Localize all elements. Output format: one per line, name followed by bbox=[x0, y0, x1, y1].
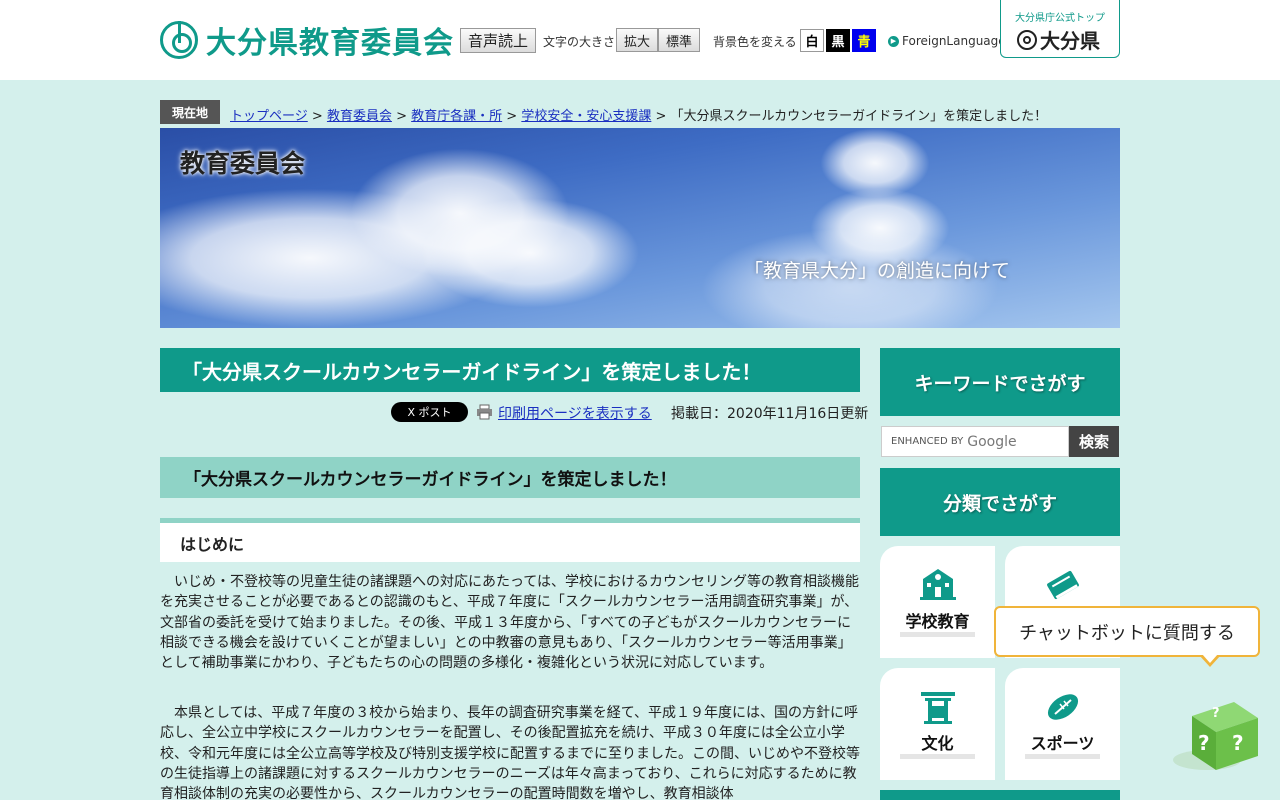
svg-text:?: ? bbox=[1212, 706, 1220, 721]
category-culture[interactable]: 文化 bbox=[880, 668, 995, 780]
breadcrumb-separator: > bbox=[396, 109, 407, 124]
category-sports[interactable]: スポーツ bbox=[1005, 668, 1120, 780]
banner-title: 教育委員会 bbox=[180, 149, 306, 178]
category-label: スポーツ bbox=[1030, 734, 1095, 753]
page-tools: X ポスト 印刷用ページを表示する 掲載日：2020年11月16日更新 bbox=[160, 402, 868, 423]
paragraph: 本県としては、平成７年度の３校から始まり、長年の調査研究事業を経て、平成１９年度… bbox=[160, 705, 860, 800]
category-school-education[interactable]: 学校教育 bbox=[880, 546, 995, 658]
oita-emblem-icon bbox=[1017, 29, 1037, 50]
search-enhanced-label: ENHANCED BY bbox=[891, 436, 964, 447]
font-size-label: 文字の大きさ bbox=[543, 35, 616, 49]
page-title: 「大分県スクールカウンセラーガイドライン」を策定しました！ bbox=[160, 348, 860, 392]
site-header: 大分県教育委員会 音声読上 文字の大きさ 拡大 標準 背景色を変える 白 黒 青… bbox=[0, 0, 1280, 80]
keyword-search-heading: キーワードでさがす bbox=[880, 348, 1120, 416]
book-icon bbox=[1047, 570, 1079, 600]
hero-banner: 教育委員会 「教育県大分」の創造に向けて bbox=[160, 128, 1120, 328]
breadcrumb-separator: > bbox=[655, 109, 667, 124]
breadcrumb-link-top[interactable]: トップページ bbox=[230, 109, 308, 124]
school-icon bbox=[920, 569, 956, 600]
standard-size-button[interactable]: 標準 bbox=[658, 28, 700, 52]
cloud-shape bbox=[420, 198, 640, 308]
cloud-shape bbox=[820, 128, 930, 198]
bg-color-label: 背景色を変える bbox=[713, 35, 797, 49]
voice-read-button[interactable]: 音声読上 bbox=[460, 28, 536, 53]
enlarge-button[interactable]: 拡大 bbox=[616, 28, 658, 52]
breadcrumb-separator: > bbox=[311, 109, 323, 124]
category-label: 学校教育 bbox=[905, 612, 970, 631]
oita-emblem-icon bbox=[160, 21, 198, 59]
breadcrumb-link-board[interactable]: 教育委員会 bbox=[327, 109, 392, 124]
foreign-language-label: ForeignLanguage bbox=[902, 34, 1006, 48]
bg-blue-button[interactable]: 青 bbox=[852, 29, 876, 52]
logo-text: 大分県教育委員会 bbox=[206, 26, 454, 61]
breadcrumb: トップページ > 教育委員会 > 教育庁各課・所 > 学校安全・安心支援課 > … bbox=[230, 105, 1047, 124]
chatbot-bubble-tail-inner bbox=[1202, 654, 1218, 663]
breadcrumb-link-sections[interactable]: 教育庁各課・所 bbox=[411, 109, 502, 124]
search-button[interactable]: 検索 bbox=[1069, 426, 1119, 457]
foreign-language-link[interactable]: ▶ ForeignLanguage bbox=[888, 34, 1006, 48]
play-arrow-icon: ▶ bbox=[888, 35, 899, 47]
svg-text:?: ? bbox=[1232, 731, 1244, 755]
search-input[interactable]: ENHANCED BY Google bbox=[881, 426, 1069, 457]
google-logo: Google bbox=[967, 433, 1017, 450]
category-underline bbox=[900, 754, 975, 759]
chatbot-cube-icon[interactable]: ? ? ? bbox=[1172, 698, 1262, 774]
breadcrumb-tag: 現在地 bbox=[160, 100, 220, 124]
bg-black-button[interactable]: 黒 bbox=[826, 29, 850, 52]
breadcrumb-separator: > bbox=[506, 109, 518, 124]
x-post-button[interactable]: X ポスト bbox=[391, 402, 468, 422]
print-page-link[interactable]: 印刷用ページを表示する bbox=[498, 403, 652, 423]
pref-top-name: 大分県 bbox=[1040, 29, 1100, 53]
site-logo[interactable]: 大分県教育委員会 bbox=[160, 20, 454, 61]
shrine-icon bbox=[921, 692, 955, 724]
subsection-heading: はじめに bbox=[160, 518, 860, 562]
category-search-heading: 分類でさがす bbox=[880, 468, 1120, 536]
category-underline bbox=[1025, 754, 1100, 759]
breadcrumb-link-safety[interactable]: 学校安全・安心支援課 bbox=[521, 109, 651, 124]
pref-top-caption: 大分県庁公式トップ bbox=[1015, 13, 1105, 24]
svg-text:?: ? bbox=[1198, 731, 1210, 755]
oita-pref-top-link[interactable]: 大分県庁公式トップ 大分県 bbox=[1000, 0, 1120, 58]
bg-white-button[interactable]: 白 bbox=[800, 29, 824, 52]
rugby-ball-icon bbox=[1047, 694, 1079, 720]
sidebar-next-heading bbox=[880, 790, 1120, 800]
category-underline bbox=[900, 632, 975, 637]
chatbot-bubble[interactable]: チャットボットに質問する bbox=[994, 606, 1260, 657]
banner-subtitle: 「教育県大分」の創造に向けて bbox=[744, 260, 1011, 282]
category-label: 文化 bbox=[921, 734, 954, 753]
breadcrumb-current: 「大分県スクールカウンセラーガイドライン」を策定しました！ bbox=[670, 109, 1048, 124]
paragraph: いじめ・不登校等の児童生徒の諸課題への対応にあたっては、学校におけるカウンセリン… bbox=[160, 574, 860, 672]
printer-icon bbox=[477, 404, 492, 420]
main-content: 「大分県スクールカウンセラーガイドライン」を策定しました！ X ポスト 印刷用ペ… bbox=[160, 348, 868, 800]
section-heading: 「大分県スクールカウンセラーガイドライン」を策定しました！ bbox=[160, 457, 860, 498]
published-date: 掲載日：2020年11月16日更新 bbox=[671, 406, 869, 422]
